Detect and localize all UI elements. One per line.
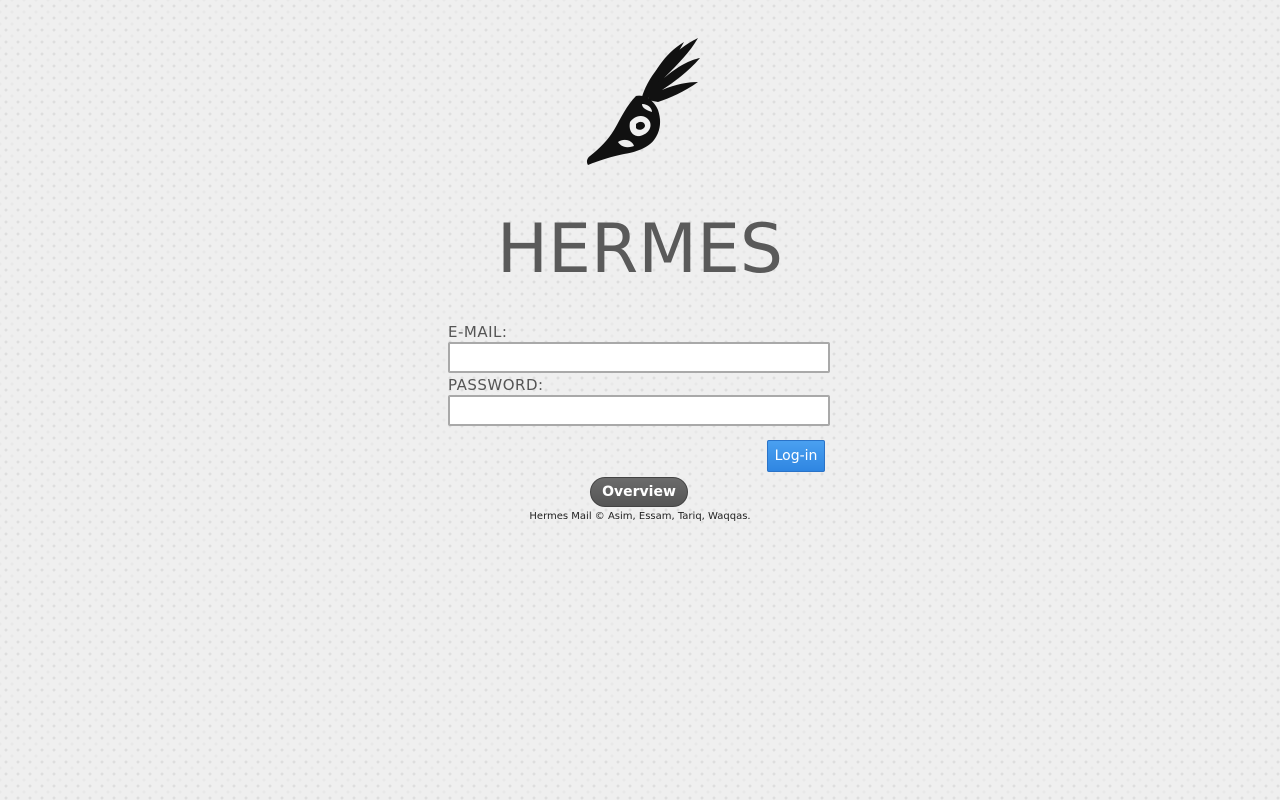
password-field[interactable] (448, 395, 830, 426)
login-page: HERMES E-MAIL: PASSWORD: Log-in Overview… (0, 0, 1280, 800)
app-title: HERMES (496, 210, 784, 289)
overview-button[interactable]: Overview (590, 477, 688, 507)
email-field[interactable] (448, 342, 830, 373)
login-row: Log-in (448, 434, 830, 474)
password-label: PASSWORD: (448, 376, 544, 394)
footer-copyright: Hermes Mail © Asim, Essam, Tariq, Waqqas… (529, 511, 751, 522)
login-form: E-MAIL: PASSWORD: Log-in (448, 322, 830, 474)
email-label: E-MAIL: (448, 323, 508, 341)
login-button[interactable]: Log-in (767, 440, 825, 472)
winged-shoe-icon (586, 38, 700, 165)
